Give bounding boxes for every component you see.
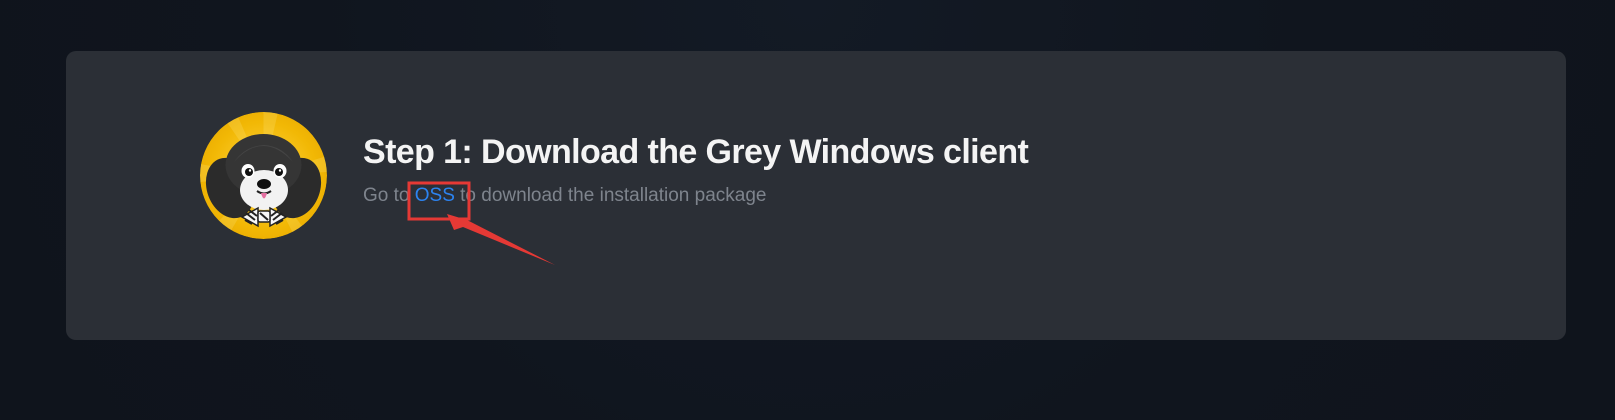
description-prefix: Go to (363, 185, 415, 206)
description-suffix: to download the installation package (454, 185, 767, 206)
page: Step 1: Download the Grey Windows client… (0, 0, 1615, 420)
step-description: Go to OSS to download the installation p… (363, 184, 766, 208)
dog-avatar-icon (200, 112, 327, 239)
step-title: Step 1: Download the Grey Windows client (363, 133, 1029, 171)
oss-link[interactable]: OSS (415, 185, 455, 206)
